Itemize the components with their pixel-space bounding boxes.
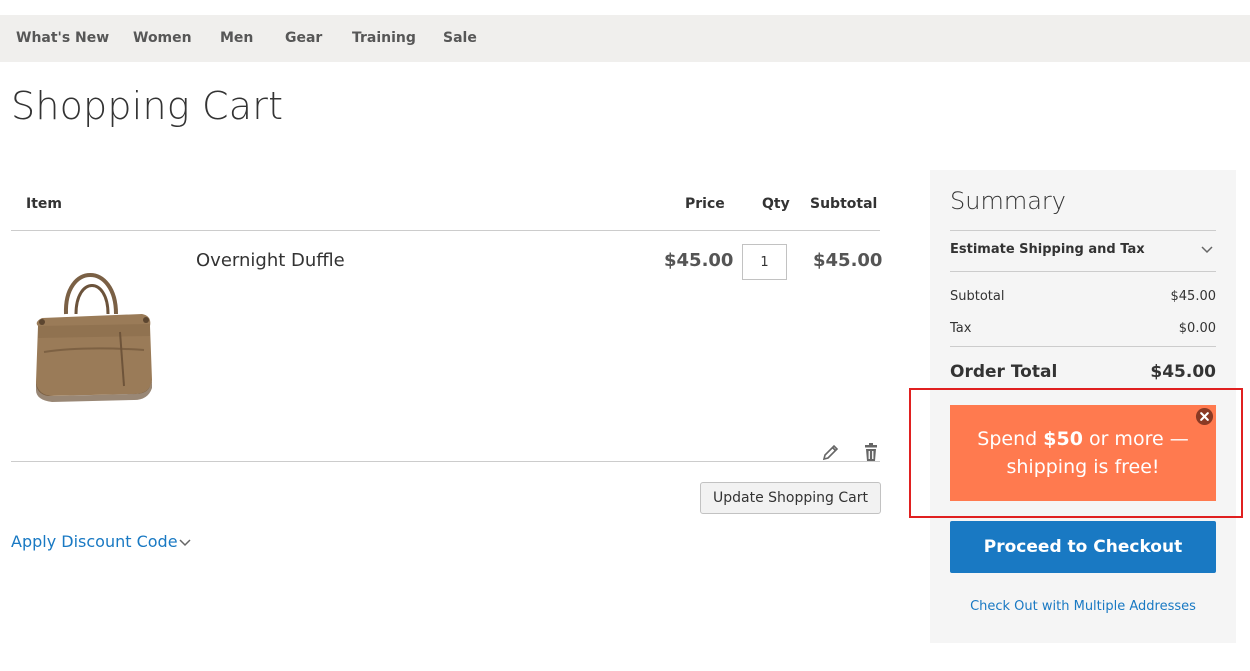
column-header-item: Item [26,196,62,212]
item-subtotal: $45.00 [813,250,883,271]
close-icon[interactable] [1195,407,1214,426]
product-name-link[interactable]: Overnight Duffle [196,250,345,271]
summary-divider [950,271,1216,272]
edit-pencil-icon[interactable] [821,442,841,462]
nav-item-men[interactable]: Men [220,30,253,46]
promo-text-after: or more — [1082,428,1189,450]
item-price: $45.00 [664,250,734,271]
summary-divider [950,346,1216,347]
promo-amount: $50 [1043,428,1083,450]
top-navigation: What's New Women Men Gear Training Sale [0,15,1250,62]
duffle-bag-image[interactable] [24,262,158,402]
checkout-multiple-addresses-link[interactable]: Check Out with Multiple Addresses [950,599,1216,614]
table-header-divider [11,230,880,231]
nav-item-women[interactable]: Women [133,30,192,46]
nav-item-gear[interactable]: Gear [285,30,322,46]
summary-divider [950,230,1216,231]
chevron-down-icon[interactable] [178,538,192,548]
summary-title: Summary [950,187,1066,215]
nav-item-whats-new[interactable]: What's New [16,30,109,46]
promo-line-2: shipping is free! [1006,456,1160,478]
estimate-shipping-toggle[interactable]: Estimate Shipping and Tax [950,242,1145,257]
quantity-input[interactable] [742,244,787,280]
subtotal-value: $45.00 [1170,289,1217,304]
subtotal-label: Subtotal [950,289,1005,304]
tax-value: $0.00 [1178,321,1216,336]
nav-item-sale[interactable]: Sale [443,30,477,46]
page-title: Shopping Cart [11,84,284,128]
column-header-price: Price [685,196,725,212]
order-total-label: Order Total [950,362,1058,382]
tax-label: Tax [950,321,972,336]
nav-item-training[interactable]: Training [352,30,416,46]
column-header-qty: Qty [762,196,790,212]
promo-line-1: Spend $50 or more — [950,425,1216,453]
proceed-to-checkout-button[interactable]: Proceed to Checkout [950,521,1216,573]
chevron-down-icon[interactable] [1200,245,1214,255]
order-total-value: $45.00 [1150,362,1216,382]
cart-item-divider [11,461,880,462]
trash-icon[interactable] [861,442,881,462]
update-cart-button[interactable]: Update Shopping Cart [700,482,881,514]
column-header-subtotal: Subtotal [810,196,878,212]
promo-text-before: Spend [977,428,1044,450]
apply-discount-link[interactable]: Apply Discount Code [11,532,178,551]
free-shipping-promo-banner: Spend $50 or more — shipping is free! [950,405,1216,501]
